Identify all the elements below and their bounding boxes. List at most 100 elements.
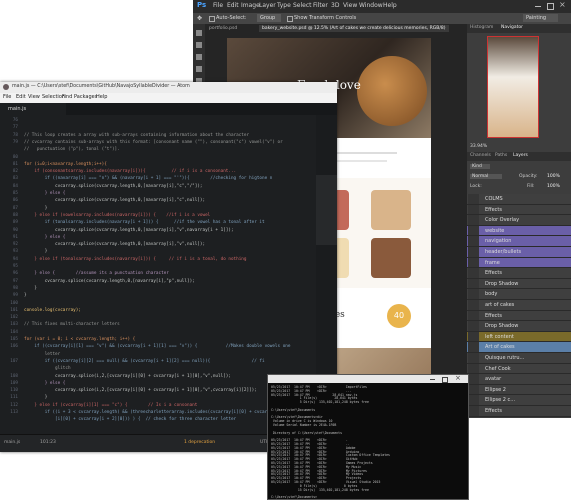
menu-view[interactable]: View xyxy=(28,94,40,100)
layer-row[interactable]: Effects xyxy=(467,310,571,322)
visibility-eye-icon[interactable] xyxy=(468,374,479,384)
terminal-output[interactable]: 05/23/2017 10:47 PM <DIR> ImportFiles 05/… xyxy=(268,383,468,499)
menu-file[interactable]: File xyxy=(3,94,11,100)
doc-tab-portfolio[interactable]: portfolio.psd xyxy=(209,26,237,31)
move-tool-icon[interactable] xyxy=(196,30,202,36)
visibility-eye-icon[interactable] xyxy=(468,395,479,405)
layer-row[interactable]: art of cakes xyxy=(467,300,571,311)
code-line[interactable]: // cvcarray contains sub-arrays with thi… xyxy=(24,140,283,145)
code-line[interactable]: // This fixes multi-character letters xyxy=(24,322,120,327)
status-deprecation[interactable]: 1 deprecation xyxy=(184,440,215,445)
layer-row[interactable]: Quisque rutru... xyxy=(467,353,571,364)
maximize-icon[interactable] xyxy=(547,3,554,10)
layer-row[interactable]: COLMS xyxy=(467,194,571,205)
terminal-minimize-icon[interactable] xyxy=(430,379,435,380)
visibility-eye-icon[interactable] xyxy=(468,321,479,331)
visibility-eye-icon[interactable] xyxy=(468,194,479,204)
code-line[interactable]: glitch xyxy=(24,366,71,371)
code-line[interactable]: cvcarray.splice(cvcarray.length,0,[navar… xyxy=(24,184,202,189)
code-line[interactable]: } xyxy=(24,293,27,298)
menu-window[interactable]: Window xyxy=(359,2,383,9)
layer-row[interactable]: body xyxy=(467,289,571,300)
code-line[interactable]: } else { //assume its a punctuation char… xyxy=(24,271,169,276)
code-line[interactable]: } else if (tonalsarray.includes(navarray… xyxy=(24,257,246,262)
filter-kind-select[interactable]: Kind xyxy=(470,164,490,169)
code-line[interactable]: for (i=0;i<navarray.length;i++){ xyxy=(24,162,107,167)
menu-select[interactable]: Select xyxy=(293,2,312,9)
visibility-eye-icon[interactable] xyxy=(468,225,479,236)
menu-file[interactable]: File xyxy=(213,2,223,9)
lasso-tool-icon[interactable] xyxy=(196,54,202,60)
menu-find[interactable]: Find xyxy=(62,94,72,100)
code-line[interactable]: cvcarray.splice(i,2,[cvcarray[i][0] + cv… xyxy=(24,388,257,393)
layer-row[interactable]: Effects xyxy=(467,204,571,216)
tab-navigator[interactable]: Navigator xyxy=(501,25,523,30)
menu-type[interactable]: Type xyxy=(277,2,291,9)
opacity-value[interactable]: 100% xyxy=(547,174,560,179)
show-transform-checkbox[interactable] xyxy=(287,16,293,22)
code-line[interactable]: letter xyxy=(24,352,61,357)
visibility-eye-icon[interactable] xyxy=(468,247,479,257)
visibility-eye-icon[interactable] xyxy=(468,363,479,374)
close-icon[interactable]: × xyxy=(559,0,566,9)
code-line[interactable]: } else { xyxy=(24,381,66,386)
status-cursor-position[interactable]: 101:23 xyxy=(40,440,56,445)
menu-help[interactable]: Help xyxy=(96,94,107,100)
visibility-eye-icon[interactable] xyxy=(468,331,479,342)
visibility-eye-icon[interactable] xyxy=(468,289,479,299)
tab-layers[interactable]: Layers xyxy=(513,153,528,158)
code-line[interactable]: cvcarray.splice(i,2,[cvcarray[i][0] + cv… xyxy=(24,374,231,379)
code-line[interactable]: for (var i = 0; i < cvcarray.length; i++… xyxy=(24,337,135,342)
blend-mode-select[interactable]: Normal xyxy=(470,174,503,179)
menu-packages[interactable]: Packages xyxy=(74,94,97,100)
visibility-eye-icon[interactable] xyxy=(468,204,479,215)
minimize-icon[interactable] xyxy=(535,6,541,7)
visibility-eye-icon[interactable] xyxy=(468,278,479,289)
code-line[interactable]: cvcarray.splice(cvcarray.length,0,[navar… xyxy=(24,198,205,203)
menu-help[interactable]: Help xyxy=(383,2,397,9)
minimap-visible-region[interactable] xyxy=(316,175,337,245)
visibility-eye-icon[interactable] xyxy=(468,353,479,363)
visibility-eye-icon[interactable] xyxy=(468,406,479,416)
fill-value[interactable]: 100% xyxy=(547,184,560,189)
menu-image[interactable]: Image xyxy=(241,2,260,9)
layer-row[interactable]: header/bullets xyxy=(467,247,571,258)
code-line[interactable]: } else if (vowelsarray.includes(navarray… xyxy=(24,213,210,218)
code-line[interactable]: if (consonantsarray.includes(navarray[i]… xyxy=(24,169,236,174)
code-line[interactable]: console.log(cvcarray); xyxy=(24,308,81,313)
terminal-close-icon[interactable]: × xyxy=(455,375,461,382)
code-line[interactable]: // This loop creates a array with sub-ar… xyxy=(24,133,249,138)
code-line[interactable]: } xyxy=(24,206,48,211)
layer-row[interactable]: website xyxy=(467,225,571,237)
code-line[interactable]: cvcarray.splice(cvcarray.length,0,[navar… xyxy=(24,242,205,247)
code-line[interactable]: if (tonalsarray.includes(navarray[i + 1]… xyxy=(24,220,265,225)
visibility-eye-icon[interactable] xyxy=(468,268,479,278)
layer-row[interactable]: Chef Cook xyxy=(467,363,571,375)
auto-select-checkbox[interactable] xyxy=(209,16,215,22)
zoom-level[interactable]: 33.94% xyxy=(470,144,487,149)
layer-row[interactable]: Art of cakes xyxy=(467,342,571,353)
code-line[interactable]: cvcarray.splice(cvcarray.length,0,[navar… xyxy=(24,228,234,233)
code-line[interactable]: // punctuation ("p"), tonal ("t")]. xyxy=(24,147,120,152)
visibility-eye-icon[interactable] xyxy=(468,310,479,321)
code-line[interactable]: } xyxy=(24,395,48,400)
code-line[interactable]: if ((cvcarray[i][2] === null) && (cvcarr… xyxy=(24,359,265,364)
layer-row[interactable]: avatar xyxy=(467,374,571,385)
code-line[interactable]: [i][0] + cvcarray[i + 2][0])) ) { // che… xyxy=(24,417,236,422)
menu-filter[interactable]: Filter xyxy=(313,2,328,9)
tab-channels[interactable]: Channels xyxy=(470,153,491,158)
layer-row[interactable]: frame xyxy=(467,257,571,269)
layer-row[interactable]: Effects xyxy=(467,268,571,279)
code-line[interactable]: cvcarray.splice(cvcarray.length,0,[navar… xyxy=(24,279,195,284)
layer-row[interactable]: navigation xyxy=(467,236,571,247)
status-file[interactable]: main.js xyxy=(4,440,20,445)
menu-view[interactable]: View xyxy=(343,2,357,9)
code-line[interactable]: } xyxy=(24,286,37,291)
layer-row[interactable]: Ellipse 2 c... xyxy=(467,395,571,406)
marquee-tool-icon[interactable] xyxy=(196,42,202,48)
layer-row[interactable]: Effects xyxy=(467,406,571,417)
menu-edit[interactable]: Edit xyxy=(16,94,26,100)
visibility-eye-icon[interactable] xyxy=(468,215,479,225)
layer-row[interactable]: Ellipse 2 xyxy=(467,384,571,396)
code-line[interactable]: } else { xyxy=(24,191,66,196)
